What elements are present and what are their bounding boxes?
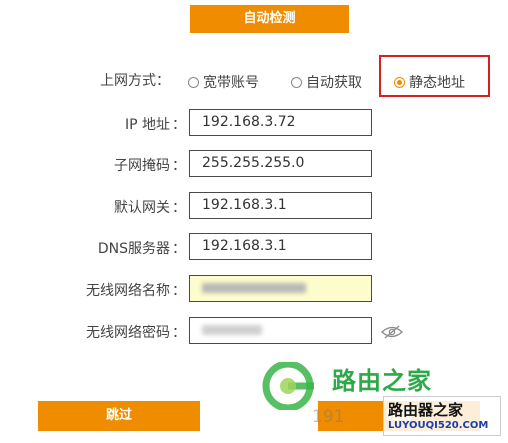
ssid-colon: ：: [172, 283, 186, 299]
gateway-input[interactable]: 192.168.3.1: [189, 192, 372, 219]
gateway-label: 默认网关: [114, 200, 170, 216]
password-colon: ：: [172, 325, 186, 341]
radio-broadband[interactable]: 宽带账号: [188, 72, 259, 92]
auto-detect-button[interactable]: 自动检测: [190, 5, 349, 33]
ip-label: IP 地址: [124, 117, 170, 133]
password-label: 无线网络密码: [86, 325, 170, 341]
static-option-highlight: [379, 55, 490, 97]
ssid-blurred-value: [202, 283, 306, 293]
watermark-logo-icon: [262, 362, 314, 410]
password-input[interactable]: [189, 317, 372, 344]
watermark-text: 路由之家: [332, 367, 432, 395]
ssid-input[interactable]: [189, 275, 372, 302]
watermark-box-title: 路由器之家: [388, 401, 464, 419]
watermark-box-url: LUYOUQI520.COM: [388, 420, 489, 431]
connection-type-label: 上网方式：: [100, 73, 170, 89]
gateway-colon: ：: [172, 200, 186, 216]
subnet-colon: ：: [172, 158, 186, 174]
subnet-label: 子网掩码: [114, 158, 170, 174]
radio-dhcp-label: 自动获取: [306, 75, 362, 91]
password-blurred-value: [202, 325, 262, 335]
skip-button[interactable]: 跳过: [38, 401, 200, 431]
radio-circle-icon: [188, 77, 199, 88]
ssid-label: 无线网络名称: [86, 283, 170, 299]
eye-slash-icon[interactable]: [381, 325, 403, 339]
dns-input[interactable]: 192.168.3.1: [189, 233, 372, 260]
ip-input[interactable]: 192.168.3.72: [189, 109, 372, 136]
radio-broadband-label: 宽带账号: [203, 75, 259, 91]
watermark-faint-number: 191: [312, 407, 345, 427]
subnet-input[interactable]: 255.255.255.0: [189, 150, 372, 177]
ip-colon: ：: [172, 117, 186, 133]
radio-circle-icon: [291, 77, 302, 88]
radio-dhcp[interactable]: 自动获取: [291, 72, 362, 92]
dns-label: DNS服务器: [97, 241, 170, 257]
dns-colon: ：: [172, 241, 186, 257]
